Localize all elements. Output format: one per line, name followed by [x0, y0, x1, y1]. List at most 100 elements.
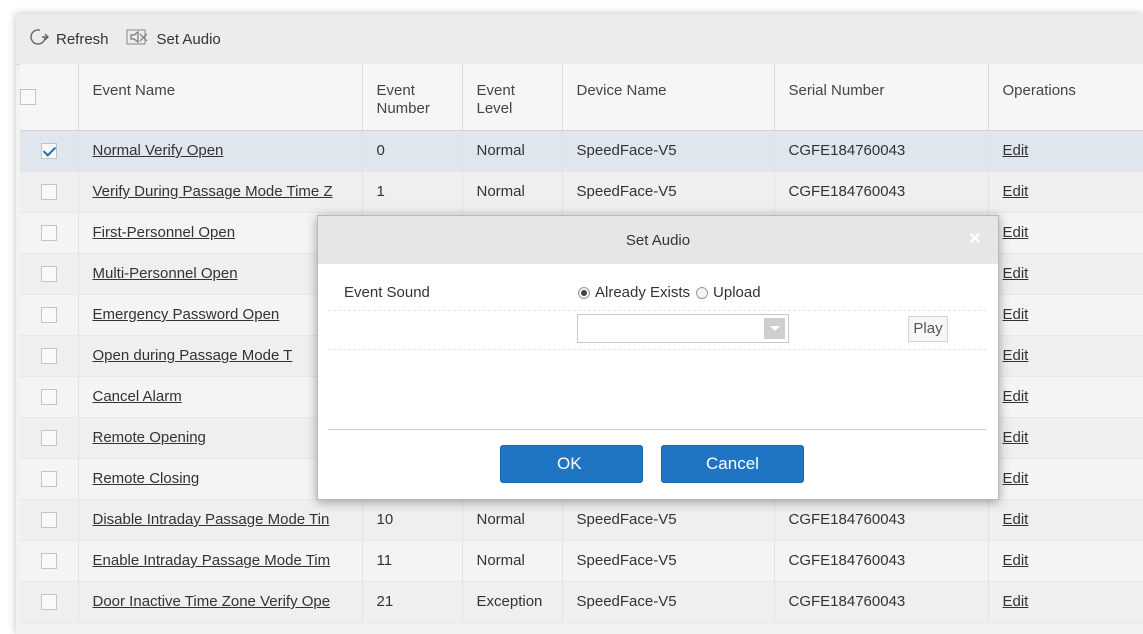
- device-name-cell: SpeedFace-V5: [562, 540, 775, 582]
- row-checkbox[interactable]: [40, 143, 57, 160]
- event-number-cell: 10: [362, 499, 463, 541]
- row-checkbox[interactable]: [40, 307, 57, 324]
- radio-upload[interactable]: [696, 286, 709, 299]
- ok-button[interactable]: OK: [500, 445, 643, 483]
- row-checkbox[interactable]: [40, 512, 57, 529]
- column-header-device-name[interactable]: Device Name: [562, 64, 775, 131]
- edit-link[interactable]: Edit: [1003, 224, 1029, 241]
- event-name-link[interactable]: Cancel Alarm: [93, 388, 182, 405]
- dialog-footer: OK Cancel: [318, 445, 998, 483]
- row-checkbox-cell: [20, 212, 79, 254]
- chevron-down-icon[interactable]: [764, 318, 785, 339]
- event-level-cell: Normal: [462, 499, 563, 541]
- table-row[interactable]: Disable Intraday Passage Mode Tin 10 Norma…: [20, 499, 1143, 541]
- row-checkbox[interactable]: [40, 594, 57, 611]
- edit-link[interactable]: Edit: [1003, 142, 1029, 159]
- row-checkbox-cell: [20, 581, 79, 623]
- column-header-event-name[interactable]: Event Name: [78, 64, 363, 131]
- row-checkbox[interactable]: [40, 430, 57, 447]
- column-header-operations: Operations: [988, 64, 1143, 131]
- edit-link[interactable]: Edit: [1003, 511, 1029, 528]
- speaker-muted-icon: [125, 27, 157, 51]
- edit-link[interactable]: Edit: [1003, 347, 1029, 364]
- row-checkbox-cell: [20, 171, 79, 213]
- operations-cell: Edit: [988, 376, 1143, 418]
- operations-cell: Edit: [988, 417, 1143, 459]
- row-checkbox-cell: [20, 130, 79, 172]
- event-number-cell: 21: [362, 581, 463, 623]
- column-header-event-number[interactable]: Event Number: [362, 64, 463, 131]
- event-name-link[interactable]: First-Personnel Open: [93, 224, 236, 241]
- event-name-link[interactable]: Normal Verify Open: [93, 142, 224, 159]
- radio-upload-label[interactable]: Upload: [713, 284, 761, 301]
- row-checkbox[interactable]: [40, 471, 57, 488]
- operations-cell: Edit: [988, 540, 1143, 582]
- event-name-link[interactable]: Disable Intraday Passage Mode Tin: [93, 511, 330, 528]
- table-row[interactable]: Verify During Passage Mode Time Z 1 Normal…: [20, 171, 1143, 213]
- dotted-divider: [328, 310, 986, 311]
- event-name-cell: Normal Verify Open: [78, 130, 363, 172]
- refresh-label: Refresh: [56, 30, 109, 48]
- set-audio-label: Set Audio: [156, 30, 221, 48]
- column-header-serial-number[interactable]: Serial Number: [774, 64, 989, 131]
- row-checkbox[interactable]: [40, 225, 57, 242]
- table-row[interactable]: Enable Intraday Passage Mode Tim 11 Normal…: [20, 540, 1143, 582]
- event-level-cell: Normal: [462, 171, 563, 213]
- set-audio-button[interactable]: Set Audio: [125, 27, 221, 51]
- event-name-link[interactable]: Multi-Personnel Open: [93, 265, 238, 282]
- operations-cell: Edit: [988, 253, 1143, 295]
- serial-number-cell: CGFE184760043: [774, 499, 989, 541]
- edit-link[interactable]: Edit: [1003, 183, 1029, 200]
- serial-number-cell: CGFE184760043: [774, 130, 989, 172]
- event-level-cell: Exception: [462, 581, 563, 623]
- dialog-body: Event Sound Already Exists Upload Play: [318, 264, 998, 429]
- set-audio-dialog: Set Audio × Event Sound Already Exists U…: [317, 215, 999, 500]
- operations-cell: Edit: [988, 499, 1143, 541]
- row-checkbox-cell: [20, 376, 79, 418]
- edit-link[interactable]: Edit: [1003, 265, 1029, 282]
- edit-link[interactable]: Edit: [1003, 552, 1029, 569]
- row-checkbox[interactable]: [40, 266, 57, 283]
- device-name-cell: SpeedFace-V5: [562, 130, 775, 172]
- event-sound-label: Event Sound: [344, 284, 430, 301]
- table-row[interactable]: Normal Verify Open 0 Normal SpeedFace-V5 CGF…: [20, 130, 1143, 172]
- event-name-link[interactable]: Door Inactive Time Zone Verify Ope: [93, 593, 331, 610]
- event-number-cell: 1: [362, 171, 463, 213]
- radio-already-exists-label[interactable]: Already Exists: [595, 284, 690, 301]
- table-row[interactable]: Door Inactive Time Zone Verify Ope 21 Exce…: [20, 581, 1143, 623]
- edit-link[interactable]: Edit: [1003, 306, 1029, 323]
- edit-link[interactable]: Edit: [1003, 593, 1029, 610]
- dialog-header: Set Audio ×: [318, 216, 998, 264]
- cancel-button[interactable]: Cancel: [661, 445, 804, 483]
- event-name-link[interactable]: Remote Closing: [93, 470, 200, 487]
- operations-cell: Edit: [988, 212, 1143, 254]
- row-checkbox-cell: [20, 253, 79, 295]
- close-icon[interactable]: ×: [964, 228, 986, 250]
- event-name-cell: Door Inactive Time Zone Verify Ope: [78, 581, 363, 623]
- row-checkbox[interactable]: [40, 389, 57, 406]
- operations-cell: Edit: [988, 335, 1143, 377]
- event-name-link[interactable]: Emergency Password Open: [93, 306, 280, 323]
- column-header-event-level[interactable]: Event Level: [462, 64, 563, 131]
- refresh-button[interactable]: Refresh: [28, 27, 109, 51]
- row-checkbox-cell: [20, 294, 79, 336]
- select-all-checkbox[interactable]: [20, 88, 36, 105]
- event-name-link[interactable]: Remote Opening: [93, 429, 206, 446]
- event-name-link[interactable]: Verify During Passage Mode Time Z: [93, 183, 333, 200]
- edit-link[interactable]: Edit: [1003, 470, 1029, 487]
- row-checkbox[interactable]: [40, 184, 57, 201]
- edit-link[interactable]: Edit: [1003, 388, 1029, 405]
- event-name-link[interactable]: Open during Passage Mode T: [93, 347, 293, 364]
- row-checkbox[interactable]: [40, 553, 57, 570]
- sound-file-select[interactable]: [577, 314, 789, 343]
- row-checkbox[interactable]: [40, 348, 57, 365]
- radio-already-exists[interactable]: [578, 286, 590, 299]
- event-number-cell: 0: [362, 130, 463, 172]
- toolbar: Refresh Set Audio: [16, 14, 1143, 65]
- serial-number-cell: CGFE184760043: [774, 540, 989, 582]
- footer-divider: [328, 429, 986, 430]
- device-name-cell: SpeedFace-V5: [562, 581, 775, 623]
- play-button[interactable]: Play: [908, 316, 948, 342]
- event-name-link[interactable]: Enable Intraday Passage Mode Tim: [93, 552, 331, 569]
- edit-link[interactable]: Edit: [1003, 429, 1029, 446]
